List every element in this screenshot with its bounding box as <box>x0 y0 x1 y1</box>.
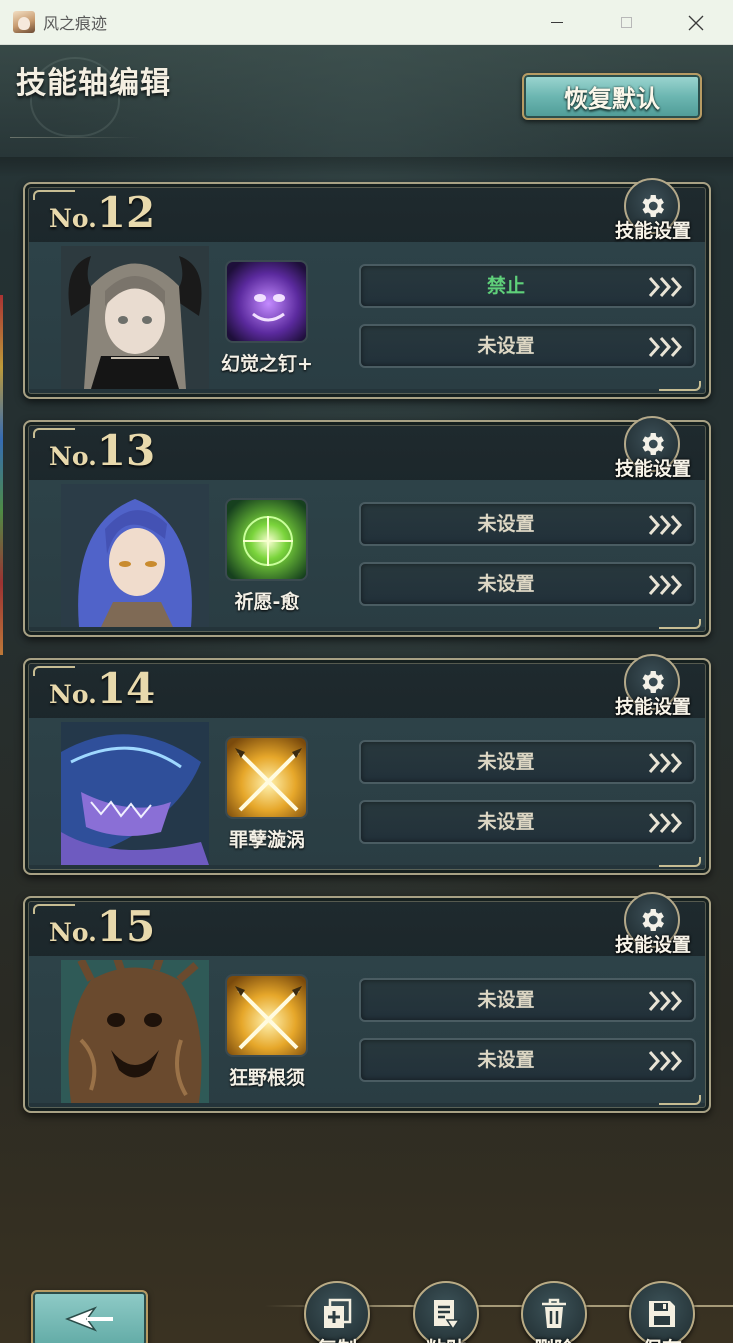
delete-label: 删除 <box>518 1333 590 1343</box>
triple-chevron-icon <box>648 813 683 833</box>
skill-slot-2[interactable]: 未设置 <box>359 562 696 606</box>
skill-settings-label: 技能设置 <box>614 220 691 242</box>
skill-slot-1[interactable]: 未设置 <box>359 978 696 1022</box>
skill-card-14: No.14 技能设置 罪孽漩涡 未设置 未设置 <box>23 654 711 875</box>
card-number-value: 12 <box>96 188 156 237</box>
skill-settings-label: 技能设置 <box>614 696 691 718</box>
triple-chevron-icon <box>648 991 683 1011</box>
slot-label: 未设置 <box>477 811 535 833</box>
skill-settings-button[interactable]: 技能设置 <box>610 892 700 956</box>
card-number-prefix: No. <box>49 442 97 471</box>
tree-monster-portrait <box>61 960 209 1103</box>
card-number: No.15 <box>49 902 155 951</box>
skill-name: 幻觉之钉+ <box>221 353 313 375</box>
triple-chevron-icon <box>648 277 683 297</box>
bottom-toolbar: 复制 粘贴 删除 <box>0 1275 733 1343</box>
triple-chevron-icon <box>648 515 683 535</box>
app-avatar-icon <box>13 11 35 33</box>
card-number: No.14 <box>49 664 155 713</box>
card-number-value: 13 <box>96 426 156 475</box>
green-heal-icon <box>225 498 308 581</box>
card-number-value: 14 <box>96 664 156 713</box>
restore-default-button[interactable]: 恢复默认 <box>522 73 702 120</box>
skill-settings-button[interactable]: 技能设置 <box>610 416 700 480</box>
skill-slot-2[interactable]: 未设置 <box>359 1038 696 1082</box>
skill-card-13: No.13 技能设置 祈愿-愈 未设置 未设置 <box>23 416 711 637</box>
header-shadow <box>0 157 733 177</box>
skill-name: 祈愿-愈 <box>234 591 300 613</box>
edge-strip <box>0 295 3 655</box>
close-icon <box>688 15 704 30</box>
save-button[interactable]: 保存 <box>626 1281 698 1343</box>
trash-icon <box>542 1298 566 1328</box>
paste-button[interactable]: 粘贴 <box>410 1281 482 1343</box>
slot-label: 未设置 <box>477 573 535 595</box>
skill-slot-1[interactable]: 禁止 <box>359 264 696 308</box>
window-titlebar: 风之痕迹 <box>0 0 733 45</box>
maximize-icon <box>620 17 632 28</box>
copy-button[interactable]: 复制 <box>301 1281 373 1343</box>
skill-name: 罪孽漩涡 <box>228 829 305 851</box>
minimize-button[interactable] <box>534 0 580 45</box>
maximize-button[interactable] <box>603 0 649 45</box>
skill-card-15: No.15 技能设置 狂野根须 未设置 未设置 <box>23 892 711 1113</box>
slot-label: 未设置 <box>477 335 535 357</box>
paste-icon <box>434 1300 461 1330</box>
copy-icon <box>324 1298 352 1328</box>
skill-slot-1[interactable]: 未设置 <box>359 502 696 546</box>
skill-name: 狂野根须 <box>228 1067 305 1089</box>
crossed-spears-icon <box>225 974 308 1057</box>
triple-chevron-icon <box>648 753 683 773</box>
page-title: 技能轴编辑 <box>16 66 171 101</box>
skill-slot-2[interactable]: 未设置 <box>359 800 696 844</box>
skill-settings-button[interactable]: 技能设置 <box>610 654 700 718</box>
card-number: No.12 <box>49 188 155 237</box>
purple-phantom-icon <box>225 260 308 343</box>
delete-button[interactable]: 删除 <box>518 1281 590 1343</box>
card-number-prefix: No. <box>49 918 97 947</box>
slot-label: 未设置 <box>477 751 535 773</box>
slot-label: 未设置 <box>477 1049 535 1071</box>
card-number-value: 15 <box>96 902 156 951</box>
triple-chevron-icon <box>648 575 683 595</box>
skill-settings-label: 技能设置 <box>614 458 691 480</box>
card-number-prefix: No. <box>49 680 97 709</box>
whale-creature-portrait <box>61 722 209 865</box>
triple-chevron-icon <box>648 337 683 357</box>
minimize-icon <box>551 22 563 23</box>
horned-girl-portrait <box>61 246 209 389</box>
slot-label: 未设置 <box>477 989 535 1011</box>
game-stage: 技能轴编辑 恢复默认 No.12 技能设置 幻觉之钉+ 禁止 未设置 No.13… <box>0 45 733 1343</box>
paste-label: 粘贴 <box>410 1333 482 1343</box>
slot-label: 未设置 <box>477 513 535 535</box>
close-button[interactable] <box>673 0 719 45</box>
skill-settings-label: 技能设置 <box>614 934 691 956</box>
skill-card-12: No.12 技能设置 幻觉之钉+ 禁止 未设置 <box>23 178 711 399</box>
save-label: 保存 <box>626 1333 698 1343</box>
slot-label: 禁止 <box>486 275 525 297</box>
title-divider <box>10 137 140 138</box>
skill-slot-2[interactable]: 未设置 <box>359 324 696 368</box>
copy-label: 复制 <box>301 1333 373 1343</box>
back-arrow-icon <box>64 1306 113 1332</box>
crossed-spears-icon <box>225 736 308 819</box>
blue-haired-girl-portrait <box>61 484 209 627</box>
triple-chevron-icon <box>648 1051 683 1071</box>
skill-settings-button[interactable]: 技能设置 <box>610 178 700 242</box>
back-button[interactable] <box>31 1290 148 1343</box>
card-number-prefix: No. <box>49 204 97 233</box>
save-icon <box>649 1301 675 1327</box>
window-title: 风之痕迹 <box>43 14 108 33</box>
card-number: No.13 <box>49 426 155 475</box>
skill-slot-1[interactable]: 未设置 <box>359 740 696 784</box>
